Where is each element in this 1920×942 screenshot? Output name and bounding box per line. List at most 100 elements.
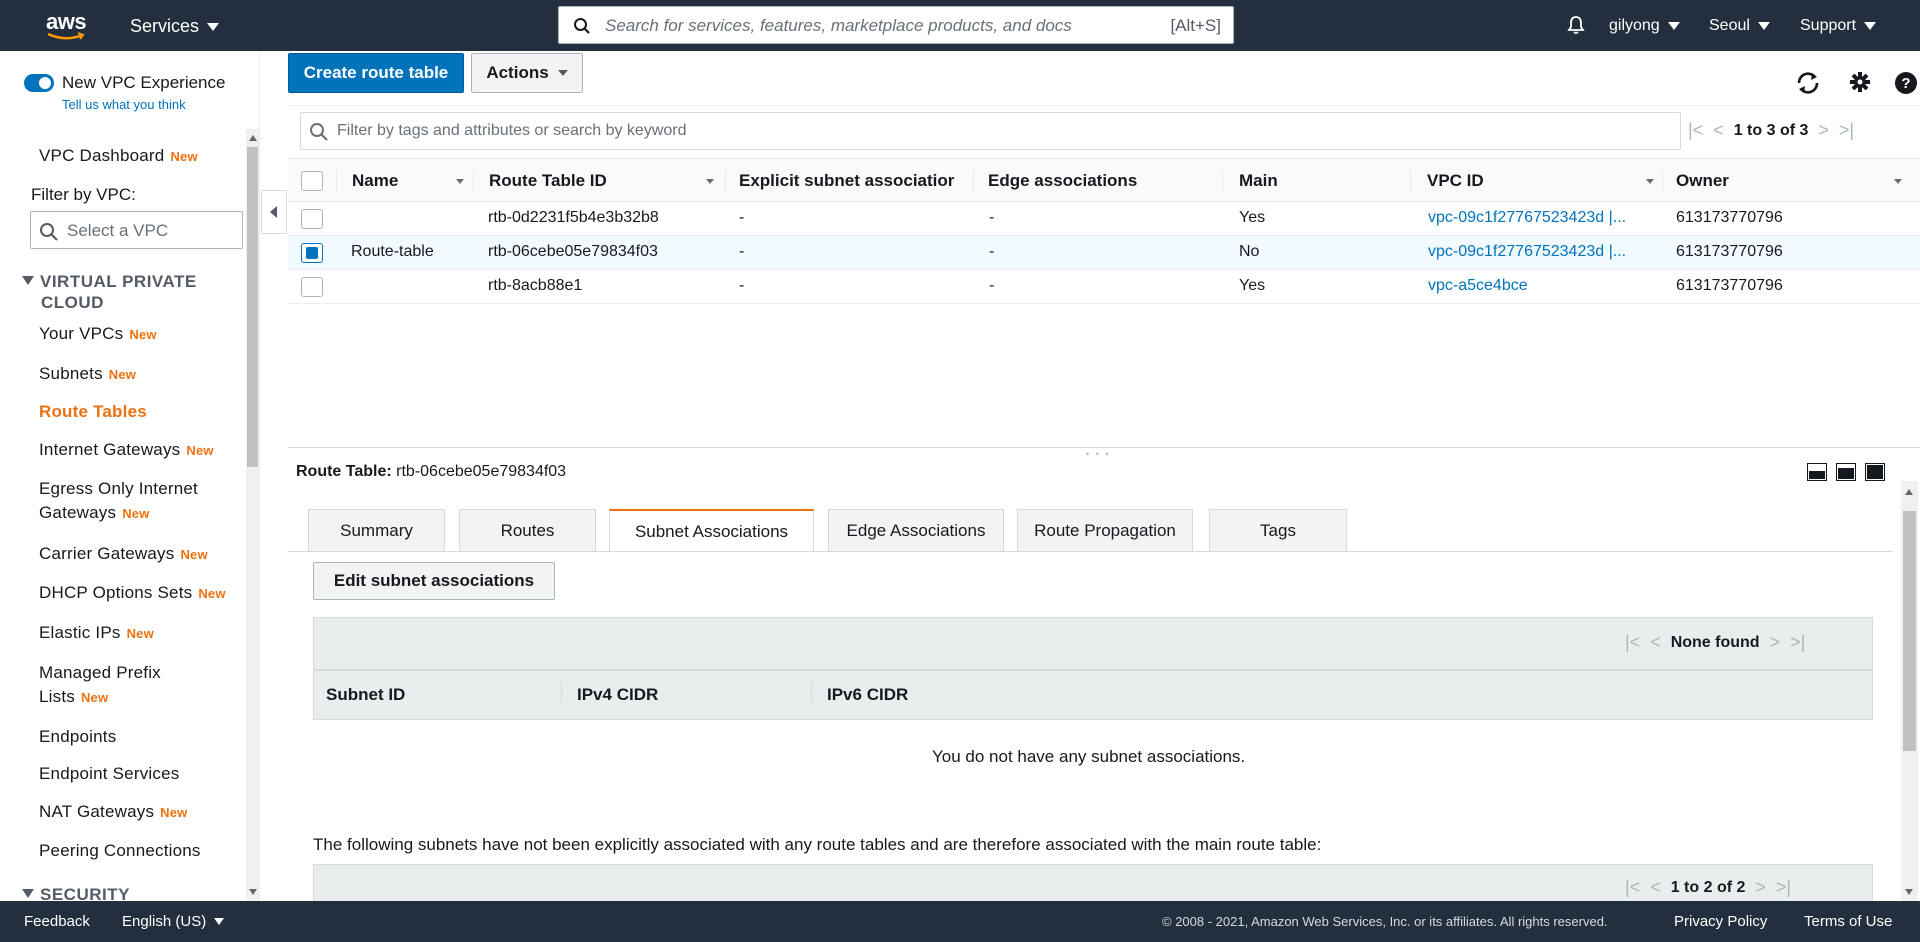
vpc-filter-select[interactable]: Select a VPC bbox=[30, 211, 243, 249]
column-header-subnet-id[interactable]: Subnet ID bbox=[326, 685, 405, 705]
last-page-icon[interactable]: >| bbox=[1790, 632, 1805, 653]
feedback-link[interactable]: Tell us what you think bbox=[62, 97, 186, 112]
row-checkbox[interactable] bbox=[301, 209, 323, 229]
column-header-owner[interactable]: Owner bbox=[1676, 171, 1729, 191]
next-page-icon[interactable]: > bbox=[1755, 877, 1766, 898]
table-header: Name Route Table ID Explicit subnet asso… bbox=[288, 158, 1920, 202]
column-header-route-table-id[interactable]: Route Table ID bbox=[489, 171, 607, 191]
column-header-explicit-subnet-association[interactable]: Explicit subnet associatior bbox=[739, 171, 967, 191]
tab-edge-associations[interactable]: Edge Associations bbox=[828, 509, 1004, 551]
sidebar-item-internet-gateways[interactable]: Internet Gateways New bbox=[39, 438, 214, 463]
previous-page-icon[interactable]: < bbox=[1713, 120, 1724, 141]
sort-icon[interactable] bbox=[706, 179, 714, 184]
scrollbar-thumb[interactable] bbox=[247, 147, 258, 467]
sidebar-item-vpc-dashboard[interactable]: VPC Dashboard New bbox=[39, 144, 198, 169]
collapse-sidebar-button[interactable] bbox=[261, 190, 287, 234]
table-filter-input[interactable]: Filter by tags and attributes or search … bbox=[300, 112, 1681, 150]
sidebar-item-egress-only-internet-gateways[interactable]: Egress Only Internet Gateways New bbox=[39, 477, 198, 526]
region-menu[interactable]: Seoul bbox=[1709, 17, 1770, 35]
notifications-bell-icon[interactable] bbox=[1566, 15, 1586, 35]
cell-vpc-id-link[interactable]: vpc-09c1f27767523423d |... bbox=[1428, 243, 1654, 261]
column-header-main[interactable]: Main bbox=[1239, 171, 1278, 191]
table-row-selected[interactable]: Route-table rtb-06cebe05e79834f03 - - No… bbox=[288, 236, 1920, 270]
privacy-policy-link[interactable]: Privacy Policy bbox=[1674, 913, 1767, 930]
terms-of-use-link[interactable]: Terms of Use bbox=[1804, 913, 1892, 930]
edit-subnet-associations-button[interactable]: Edit subnet associations bbox=[313, 562, 555, 600]
help-icon[interactable]: ? bbox=[1894, 71, 1918, 95]
sidebar-item-endpoint-services[interactable]: Endpoint Services bbox=[39, 762, 179, 786]
pane-layout-full-icon[interactable] bbox=[1865, 463, 1885, 481]
tab-routes[interactable]: Routes bbox=[459, 509, 596, 551]
sidebar-scrollbar[interactable] bbox=[246, 129, 259, 901]
pane-layout-half-icon[interactable] bbox=[1836, 463, 1856, 481]
select-all-checkbox[interactable] bbox=[301, 171, 323, 191]
sidebar-item-endpoints[interactable]: Endpoints bbox=[39, 725, 116, 749]
previous-page-icon[interactable]: < bbox=[1650, 877, 1661, 898]
first-page-icon[interactable]: |< bbox=[1688, 120, 1703, 141]
vpc-filter-placeholder: Select a VPC bbox=[67, 221, 169, 240]
sidebar-item-your-vpcs[interactable]: Your VPCs New bbox=[39, 322, 157, 347]
support-menu[interactable]: Support bbox=[1800, 17, 1877, 35]
refresh-icon[interactable] bbox=[1795, 71, 1821, 95]
column-header-vpc-id[interactable]: VPC ID bbox=[1427, 171, 1484, 191]
previous-page-icon[interactable]: < bbox=[1650, 632, 1661, 653]
pagination-text: 1 to 3 of 3 bbox=[1733, 121, 1809, 139]
table-row[interactable]: rtb-8acb88e1 - - Yes vpc-a5ce4bce 613173… bbox=[288, 270, 1920, 304]
sidebar-item-route-tables[interactable]: Route Tables bbox=[39, 400, 147, 424]
row-checkbox[interactable] bbox=[301, 277, 323, 297]
feedback-link[interactable]: Feedback bbox=[24, 913, 90, 930]
scroll-up-icon[interactable] bbox=[1905, 489, 1913, 495]
section-virtual-private-cloud[interactable]: VIRTUAL PRIVATE CLOUD bbox=[22, 271, 197, 313]
language-selector[interactable]: English (US) bbox=[122, 913, 225, 930]
tab-tags[interactable]: Tags bbox=[1209, 509, 1347, 551]
sort-icon[interactable] bbox=[456, 179, 464, 184]
cell-route-table-id: rtb-0d2231f5b4e3b32b8 bbox=[488, 209, 659, 226]
sidebar-item-peering-connections[interactable]: Peering Connections bbox=[39, 839, 201, 863]
cell-vpc-id-link[interactable]: vpc-a5ce4bce bbox=[1428, 277, 1528, 295]
aws-logo[interactable]: aws bbox=[44, 8, 88, 44]
sidebar-item-carrier-gateways[interactable]: Carrier Gateways New bbox=[39, 542, 208, 567]
sidebar-item-dhcp-options-sets[interactable]: DHCP Options Sets New bbox=[39, 581, 226, 606]
pane-resize-handle[interactable] bbox=[288, 447, 1920, 448]
aws-smile-icon bbox=[47, 32, 85, 40]
next-page-icon[interactable]: > bbox=[1818, 120, 1829, 141]
last-page-icon[interactable]: >| bbox=[1839, 120, 1854, 141]
row-checkbox-checked[interactable] bbox=[301, 243, 323, 263]
create-route-table-button[interactable]: Create route table bbox=[288, 53, 464, 93]
sort-icon[interactable] bbox=[1894, 179, 1902, 184]
drag-handle-icon[interactable]: • • • bbox=[1086, 449, 1110, 459]
tab-subnet-associations[interactable]: Subnet Associations bbox=[609, 509, 814, 552]
cell-explicit-association: - bbox=[739, 209, 745, 226]
column-header-ipv4-cidr[interactable]: IPv4 CIDR bbox=[577, 685, 658, 705]
global-search-input[interactable]: Search for services, features, marketpla… bbox=[558, 6, 1234, 44]
first-page-icon[interactable]: |< bbox=[1625, 632, 1640, 653]
sidebar-item-nat-gateways[interactable]: NAT Gateways New bbox=[39, 800, 188, 825]
tab-summary[interactable]: Summary bbox=[308, 509, 445, 551]
scroll-down-icon[interactable] bbox=[249, 889, 257, 895]
services-menu[interactable]: Services bbox=[130, 16, 220, 37]
sidebar-item-subnets[interactable]: Subnets New bbox=[39, 362, 136, 387]
next-page-icon[interactable]: > bbox=[1770, 632, 1781, 653]
settings-gear-icon[interactable] bbox=[1849, 71, 1871, 93]
search-shortcut: [Alt+S] bbox=[1170, 16, 1221, 35]
account-menu[interactable]: gilyong bbox=[1609, 17, 1680, 35]
first-page-icon[interactable]: |< bbox=[1625, 877, 1640, 898]
sidebar-item-elastic-ips[interactable]: Elastic IPs New bbox=[39, 621, 154, 646]
column-header-ipv6-cidr[interactable]: IPv6 CIDR bbox=[827, 685, 908, 705]
sidebar-item-managed-prefix-lists[interactable]: Managed Prefix Lists New bbox=[39, 661, 161, 710]
tab-route-propagation[interactable]: Route Propagation bbox=[1017, 509, 1193, 551]
new-vpc-experience-toggle[interactable] bbox=[24, 74, 54, 92]
table-row[interactable]: rtb-0d2231f5b4e3b32b8 - - Yes vpc-09c1f2… bbox=[288, 202, 1920, 236]
scroll-up-icon[interactable] bbox=[249, 135, 257, 141]
last-page-icon[interactable]: >| bbox=[1776, 877, 1791, 898]
column-header-name[interactable]: Name bbox=[352, 171, 398, 191]
pane-layout-bottom-icon[interactable] bbox=[1807, 463, 1827, 481]
scrollbar-thumb[interactable] bbox=[1903, 511, 1916, 751]
cell-vpc-id-link[interactable]: vpc-09c1f27767523423d |... bbox=[1428, 209, 1654, 227]
search-icon bbox=[40, 223, 58, 241]
sort-icon[interactable] bbox=[1646, 179, 1654, 184]
column-header-edge-associations[interactable]: Edge associations bbox=[988, 171, 1137, 191]
detail-scrollbar[interactable] bbox=[1901, 481, 1918, 901]
actions-dropdown-button[interactable]: Actions bbox=[471, 53, 583, 93]
scroll-down-icon[interactable] bbox=[1905, 889, 1913, 895]
